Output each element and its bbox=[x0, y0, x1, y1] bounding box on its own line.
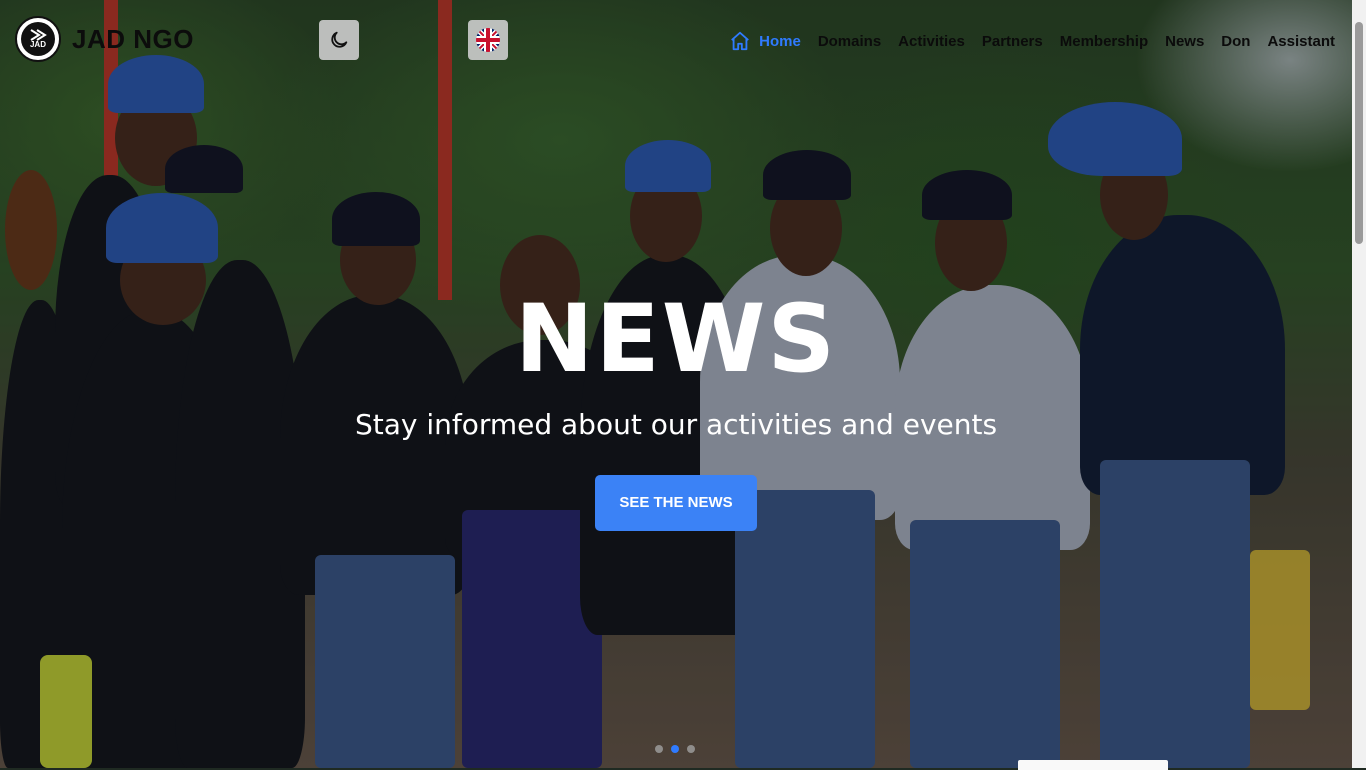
nav-link-home[interactable]: Home bbox=[759, 33, 801, 50]
carousel-indicators bbox=[655, 745, 695, 753]
carousel-dot-active[interactable] bbox=[671, 745, 679, 753]
carousel-dot[interactable] bbox=[687, 745, 695, 753]
nav-link-activities[interactable]: Activities bbox=[898, 33, 965, 50]
logo-emblem: JAD bbox=[21, 22, 55, 56]
hero-subtitle: Stay informed about our activities and e… bbox=[354, 408, 998, 441]
nav-link-don[interactable]: Don bbox=[1221, 33, 1250, 50]
nav-home[interactable]: Home bbox=[729, 30, 801, 52]
language-button[interactable] bbox=[468, 20, 508, 60]
logo-text: JAD bbox=[29, 40, 46, 49]
home-icon bbox=[731, 31, 749, 51]
page-scrollbar[interactable] bbox=[1352, 0, 1366, 768]
nav-link-news[interactable]: News bbox=[1165, 33, 1204, 50]
recaptcha-badge bbox=[1018, 760, 1168, 770]
nav-link-partners[interactable]: Partners bbox=[982, 33, 1043, 50]
moon-icon bbox=[331, 31, 348, 48]
brand-logo[interactable]: JAD bbox=[15, 16, 61, 62]
uk-flag-icon bbox=[476, 28, 500, 52]
scrollbar-thumb[interactable] bbox=[1355, 22, 1363, 244]
hero-title: NEWS bbox=[514, 285, 838, 394]
nav-link-domains[interactable]: Domains bbox=[818, 33, 881, 50]
top-navigation: JAD JAD NGO Home Domains Activities Part… bbox=[0, 0, 1352, 80]
nav-link-assistant[interactable]: Assistant bbox=[1267, 33, 1335, 50]
hero-content: NEWS Stay informed about our activities … bbox=[0, 290, 1352, 531]
brand-name[interactable]: JAD NGO bbox=[72, 24, 194, 55]
see-the-news-button[interactable]: SEE THE NEWS bbox=[595, 475, 757, 531]
nav-link-membership[interactable]: Membership bbox=[1060, 33, 1148, 50]
theme-toggle-button[interactable] bbox=[319, 20, 359, 60]
carousel-dot[interactable] bbox=[655, 745, 663, 753]
nav-links: Home Domains Activities Partners Members… bbox=[729, 30, 1335, 52]
